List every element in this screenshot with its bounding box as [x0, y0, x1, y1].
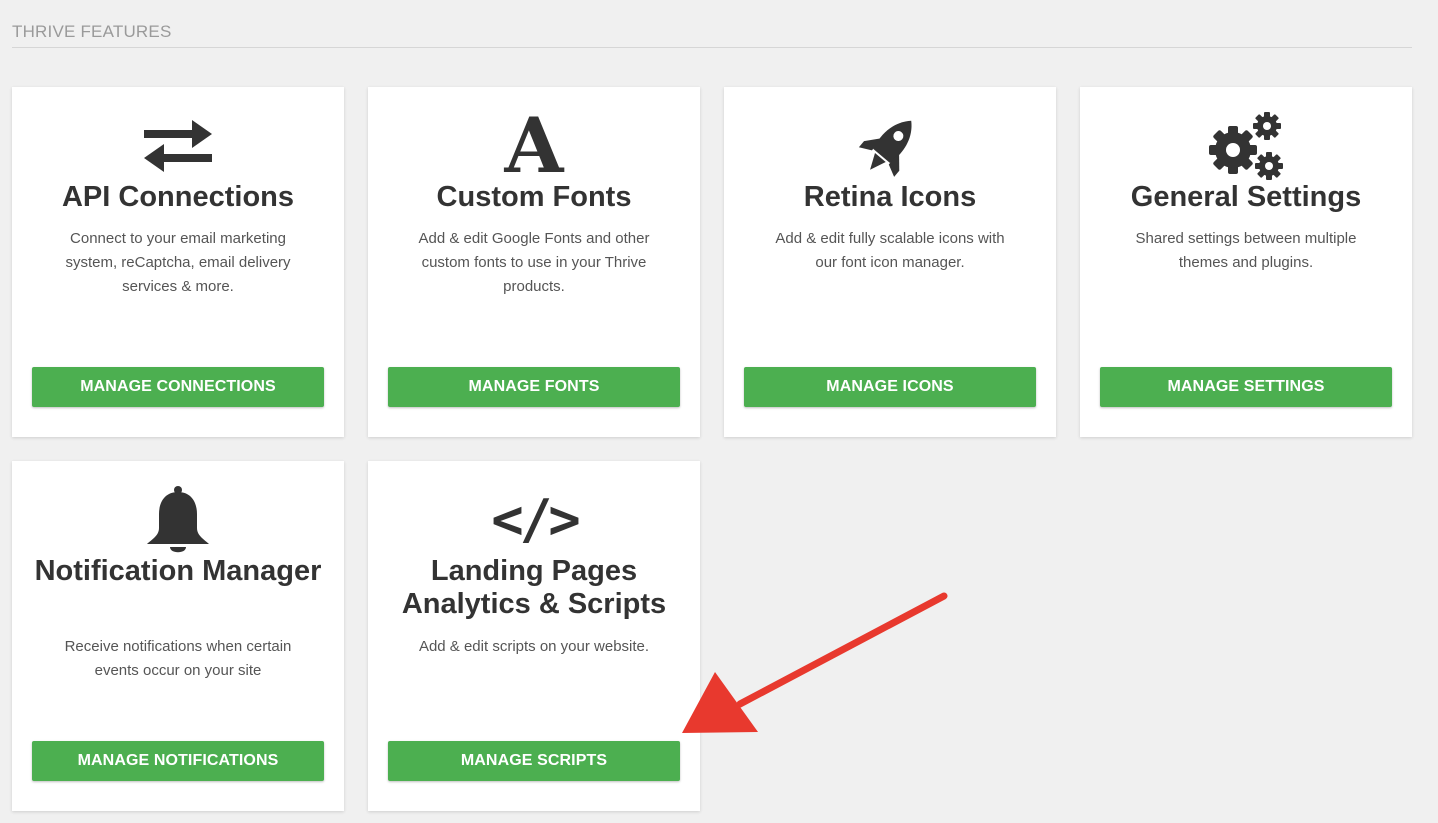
card-title: Retina Icons: [803, 181, 977, 213]
card-title: Notification Manager: [34, 555, 322, 587]
section-title: THRIVE FEATURES: [12, 22, 1412, 48]
exchange-arrows-icon: [12, 111, 344, 181]
manage-scripts-button[interactable]: MANAGE SCRIPTS: [388, 741, 680, 781]
gears-icon: [1080, 111, 1412, 181]
card-title: Custom Fonts: [436, 181, 632, 213]
font-icon: A: [368, 101, 700, 190]
manage-icons-button[interactable]: MANAGE ICONS: [744, 367, 1036, 407]
card-description: Add & edit scripts on your website.: [418, 638, 650, 655]
card-description: Shared settings between multiple themes …: [1135, 230, 1357, 271]
thrive-features-page: THRIVE FEATURES API Connections Connect …: [0, 0, 1438, 823]
code-icon: </>: [368, 485, 700, 555]
card-retina-icons: Retina Icons Add & edit fully scalable i…: [724, 87, 1056, 437]
card-description: Add & edit Google Fonts and other custom…: [418, 230, 650, 295]
manage-fonts-button[interactable]: MANAGE FONTS: [388, 367, 680, 407]
code-icon-glyph: </>: [491, 488, 581, 551]
manage-connections-button[interactable]: MANAGE CONNECTIONS: [32, 367, 324, 407]
card-description: Receive notifications when certain event…: [64, 638, 292, 679]
rocket-icon: [724, 111, 1056, 181]
card-title: Landing Pages Analytics & Scripts: [401, 555, 667, 620]
card-title: General Settings: [1130, 181, 1362, 213]
card-description: Connect to your email marketing system, …: [65, 230, 291, 295]
card-description: Add & edit fully scalable icons with our…: [775, 230, 1005, 271]
card-landing-pages-scripts: </> Landing Pages Analytics & Scripts Ad…: [368, 461, 700, 811]
font-icon-glyph: A: [504, 101, 564, 190]
card-title: API Connections: [61, 181, 294, 213]
bell-icon: [12, 485, 344, 555]
manage-notifications-button[interactable]: MANAGE NOTIFICATIONS: [32, 741, 324, 781]
card-api-connections: API Connections Connect to your email ma…: [12, 87, 344, 437]
manage-settings-button[interactable]: MANAGE SETTINGS: [1100, 367, 1392, 407]
card-general-settings: General Settings Shared settings between…: [1080, 87, 1412, 437]
card-custom-fonts: A Custom Fonts Add & edit Google Fonts a…: [368, 87, 700, 437]
card-notification-manager: Notification Manager Receive notificatio…: [12, 461, 344, 811]
